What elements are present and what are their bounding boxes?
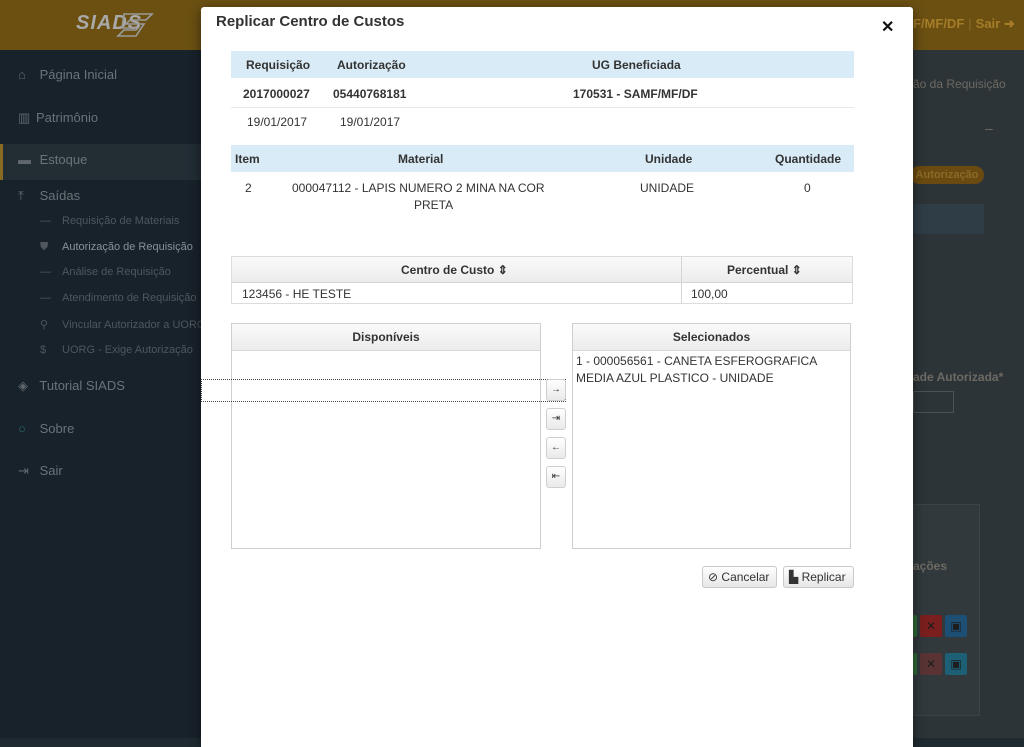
material-line2: PRETA — [414, 198, 454, 212]
sidebar-subitem-atendimento[interactable]: — Atendimento de Requisição — [40, 292, 197, 304]
row-divider — [231, 107, 854, 108]
sidebar-item-pagina-inicial[interactable]: ⌂ Página Inicial — [18, 67, 117, 82]
modal-title: Replicar Centro de Custos — [216, 13, 405, 30]
shield-icon: ⛊ — [40, 241, 49, 253]
replicate-cost-center-modal: Replicar Centro de Custos ✕ Requisição A… — [201, 7, 913, 747]
cancel-button[interactable]: ⊘ Cancelar — [702, 566, 777, 588]
sidebar-item-tutorial[interactable]: ◈ Tutorial SIADS — [18, 378, 125, 394]
sidebar-subitem-uorg[interactable]: $ UORG - Exige Autorização — [40, 344, 193, 356]
sidebar-subitem-requisicao[interactable]: — Requisição de Materiais — [40, 215, 179, 227]
dollar-icon: $ — [40, 344, 47, 356]
autorizacao-value: 05440768181 — [333, 87, 407, 101]
material-line1: 000047112 - LAPIS NUMERO 2 MINA NA COR — [292, 181, 545, 195]
header-material: Material — [398, 152, 444, 166]
sidebar-subitem-vincular[interactable]: ⚲ Vincular Autorizador a UORG — [40, 318, 205, 331]
header-centro-de-custo[interactable]: Centro de Custo ⇕ — [401, 263, 508, 277]
actions-header: ações — [913, 559, 948, 573]
siads-logo-mark — [116, 13, 154, 37]
org-label: F/MF/DF — [913, 16, 965, 31]
row2-money-button[interactable]: ▣ — [945, 653, 967, 675]
requisicao-value: 2017000027 — [243, 87, 310, 101]
autorizacao-date: 19/01/2017 — [340, 115, 401, 129]
sidebar-subitem-autorizacao[interactable]: ⛊ Autorização de Requisição — [40, 241, 193, 254]
circle-icon: ○ — [18, 421, 26, 436]
selected-list-item[interactable]: 1 - 000056561 - CANETA ESFEROGRAFICA MED… — [576, 354, 817, 385]
header-requisicao: Requisição — [246, 58, 311, 72]
item-number: 2 — [245, 181, 252, 195]
header-unidade: Unidade — [645, 152, 693, 166]
header-item: Item — [235, 152, 260, 166]
sort-icon: ⇕ — [791, 263, 802, 277]
minus-icon: — — [40, 215, 51, 227]
centro-de-custo-value: 123456 - HE TESTE — [242, 287, 352, 301]
percentual-value: 100,00 — [691, 287, 728, 301]
cost-center-table-header: Centro de Custo ⇕ Percentual ⇕ — [232, 257, 852, 283]
content-page-title: ão da Requisição — [913, 77, 1006, 91]
close-icon[interactable]: ✕ — [881, 17, 894, 37]
minus-icon: — — [40, 292, 51, 304]
collapse-icon[interactable]: – — [985, 120, 993, 136]
column-divider — [681, 257, 682, 303]
sidebar-item-estoque[interactable]: ▬ Estoque — [18, 152, 87, 167]
barcode-icon: ▥ — [18, 110, 31, 125]
sidebar-item-patrimonio[interactable]: ▥ Patrimônio — [18, 110, 98, 126]
sidebar: ⌂ Página Inicial ▥ Patrimônio ▬ Estoque ⤒… — [0, 50, 205, 738]
graduation-cap-icon: ◈ — [18, 378, 28, 393]
home-icon: ⌂ — [18, 67, 26, 82]
replicate-button[interactable]: ▙ Replicar — [783, 566, 854, 588]
header-percentual[interactable]: Percentual ⇕ — [727, 263, 802, 277]
selected-item-line1: 1 - 000056561 - CANETA ESFEROGRAFICA — [576, 354, 818, 368]
sidebar-item-saidas[interactable]: ⤒ Saídas — [18, 188, 80, 204]
sign-in-icon: ⇥ — [18, 463, 29, 478]
sidebar-subitem-analise[interactable]: — Análise de Requisição — [40, 266, 171, 278]
row1-green-button-fragment[interactable] — [913, 615, 917, 637]
content-info-bar — [913, 204, 984, 234]
selected-item-line2: MEDIA AZUL PLASTICO - UNIDADE — [576, 371, 774, 385]
requisicao-date: 19/01/2017 — [247, 115, 308, 129]
top-exit-link[interactable]: Sair — [976, 16, 1001, 31]
row2-green-button-fragment[interactable] — [913, 653, 917, 675]
item-unidade: UNIDADE — [640, 181, 695, 195]
available-list-title: Disponíveis — [232, 324, 540, 351]
status-badge: Autorização — [910, 166, 984, 184]
available-list[interactable]: Disponíveis — [231, 323, 541, 549]
content-quantity-input[interactable] — [913, 391, 954, 413]
upload-icon: ⤒ — [18, 188, 24, 203]
minus-icon: — — [40, 266, 51, 278]
top-right-user-area: F/MF/DF | Sair ➜ — [913, 16, 1015, 31]
inbox-icon: ▬ — [18, 152, 31, 167]
selected-list[interactable]: Selecionados 1 - 000056561 - CANETA ESFE… — [572, 323, 851, 549]
sidebar-item-sair[interactable]: ⇥ Sair — [18, 463, 63, 479]
row2-delete-button[interactable]: ✕ — [920, 653, 942, 675]
requisition-table-header: Requisição Autorização UG Beneficiada — [231, 51, 854, 78]
move-all-right-button[interactable]: ⇥ — [546, 408, 566, 430]
row1-delete-button[interactable]: ✕ — [920, 615, 942, 637]
content-actions-panel: ações ✕ ▣ ✕ ▣ — [913, 504, 980, 716]
item-quantidade: 0 — [804, 181, 811, 195]
header-ug-beneficiada: UG Beneficiada — [592, 58, 681, 72]
ug-beneficiada-value: 170531 - SAMF/MF/DF — [573, 87, 698, 101]
move-left-button[interactable]: ← — [546, 437, 566, 459]
save-icon: ▙ — [789, 570, 799, 584]
cost-center-table: Centro de Custo ⇕ Percentual ⇕ 123456 - … — [231, 256, 853, 304]
header-autorizacao: Autorização — [337, 58, 406, 72]
header-quantidade: Quantidade — [775, 152, 842, 166]
row1-money-button[interactable]: ▣ — [945, 615, 967, 637]
item-table-header: Item Material Unidade Quantidade — [231, 145, 854, 172]
sort-icon: ⇕ — [497, 263, 508, 277]
move-right-button[interactable]: → — [546, 379, 566, 401]
ban-icon: ⊘ — [708, 570, 719, 584]
sign-out-icon[interactable]: ➜ — [1004, 16, 1015, 31]
link-icon: ⚲ — [40, 319, 49, 331]
move-right-focus-outline — [201, 379, 566, 402]
content-field-label: ade Autorizada* — [913, 370, 1004, 384]
selected-list-title: Selecionados — [573, 324, 850, 351]
sidebar-item-sobre[interactable]: ○ Sobre — [18, 421, 74, 436]
move-all-left-button[interactable]: ⇤ — [546, 466, 566, 488]
